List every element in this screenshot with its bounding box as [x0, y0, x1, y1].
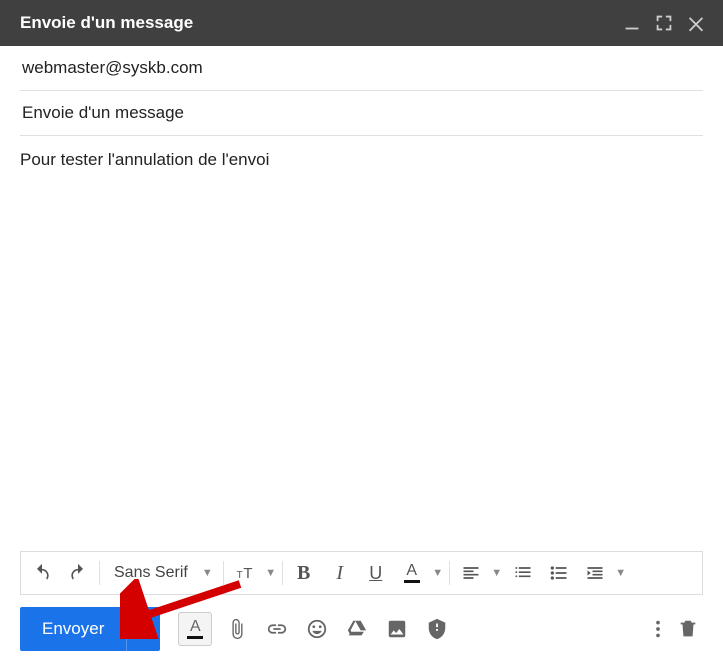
- insert-photo-icon[interactable]: [382, 614, 412, 644]
- send-button[interactable]: Envoyer: [20, 607, 126, 651]
- minimize-icon[interactable]: [621, 12, 643, 34]
- align-button[interactable]: [454, 556, 488, 590]
- to-field[interactable]: webmaster@syskb.com: [20, 46, 703, 91]
- text-color-button[interactable]: A: [395, 556, 429, 590]
- indent-caret-icon[interactable]: ▼: [614, 556, 628, 590]
- send-more-button[interactable]: ▼: [126, 607, 160, 651]
- delete-draft-icon[interactable]: [673, 614, 703, 644]
- more-options-icon[interactable]: [643, 614, 673, 644]
- font-size-button[interactable]: TT: [228, 556, 262, 590]
- bold-button[interactable]: B: [287, 556, 321, 590]
- svg-text:T: T: [236, 570, 242, 581]
- compose-header: Envoie d'un message: [0, 0, 723, 46]
- message-body[interactable]: Pour tester l'annulation de l'envoi: [0, 136, 723, 516]
- redo-icon[interactable]: [61, 556, 95, 590]
- indent-button[interactable]: [578, 556, 612, 590]
- bulleted-list-button[interactable]: [542, 556, 576, 590]
- formatting-toolbar: Sans Serif ▼ TT ▼ B I U A ▼ ▼ ▼: [20, 551, 703, 595]
- svg-text:T: T: [243, 565, 252, 582]
- formatting-options-button[interactable]: A: [178, 612, 212, 646]
- font-size-caret-icon[interactable]: ▼: [264, 556, 278, 590]
- compose-title: Envoie d'un message: [20, 13, 193, 33]
- numbered-list-button[interactable]: [506, 556, 540, 590]
- attach-file-icon[interactable]: [222, 614, 252, 644]
- insert-drive-icon[interactable]: [342, 614, 372, 644]
- body-text: Pour tester l'annulation de l'envoi: [20, 150, 269, 169]
- confidential-mode-icon[interactable]: [422, 614, 452, 644]
- underline-button[interactable]: U: [359, 556, 393, 590]
- separator: [99, 561, 100, 585]
- close-icon[interactable]: [685, 12, 707, 34]
- subject-value: Envoie d'un message: [22, 103, 184, 122]
- insert-emoji-icon[interactable]: [302, 614, 332, 644]
- action-row: Envoyer ▼ A: [20, 607, 703, 651]
- subject-field[interactable]: Envoie d'un message: [20, 91, 703, 136]
- insert-link-icon[interactable]: [262, 614, 292, 644]
- compose-actions: A: [178, 612, 452, 646]
- font-family-value: Sans Serif: [114, 564, 188, 582]
- chevron-down-icon: ▼: [202, 567, 213, 579]
- font-family-select[interactable]: Sans Serif ▼: [104, 556, 219, 590]
- align-caret-icon[interactable]: ▼: [490, 556, 504, 590]
- format-glyph: A: [190, 619, 201, 635]
- separator: [223, 561, 224, 585]
- fullscreen-icon[interactable]: [653, 12, 675, 34]
- italic-button[interactable]: I: [323, 556, 357, 590]
- separator: [449, 561, 450, 585]
- window-controls: [621, 12, 707, 34]
- text-color-glyph: A: [406, 563, 417, 579]
- to-value: webmaster@syskb.com: [22, 58, 203, 77]
- text-color-caret-icon[interactable]: ▼: [431, 556, 445, 590]
- undo-icon[interactable]: [25, 556, 59, 590]
- chevron-down-icon: ▼: [138, 623, 149, 635]
- separator: [282, 561, 283, 585]
